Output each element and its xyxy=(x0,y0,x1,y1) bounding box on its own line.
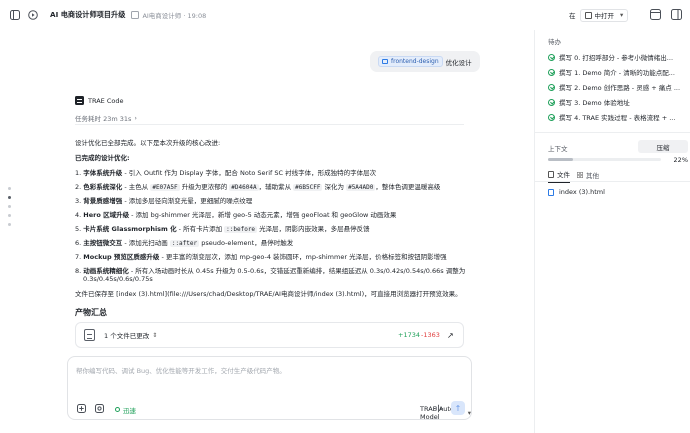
todo-item[interactable]: 撰写 3. Demo 体验地址 xyxy=(548,97,688,107)
html-file-icon xyxy=(548,188,554,196)
todo-item-label: 撰写 4. TRAE 实践过程 - 表格流程 + ... xyxy=(559,114,676,122)
expand-icon[interactable]: ⇕ xyxy=(152,332,157,339)
list-item: 7. Mockup 预览区质感升级 - 更丰富的渐变层次，添加 mp-geo-4… xyxy=(75,253,447,261)
list-item: 4. Hero 区域升级 - 添加 bg-shimmer 光泽层，新增 geo-… xyxy=(75,211,397,219)
assistant-name: TRAE Code xyxy=(88,96,124,105)
attach-icon[interactable] xyxy=(77,404,86,413)
context-heading: 上下文 xyxy=(548,145,568,153)
speed-icon xyxy=(115,407,120,412)
task-duration[interactable]: 任务耗时 23m 31s › xyxy=(75,113,137,123)
image-icon[interactable] xyxy=(95,404,104,413)
task-duration-text: 任务耗时 23m 31s xyxy=(75,115,132,123)
send-button[interactable]: ↑ xyxy=(451,401,465,415)
artifact-card[interactable]: 1 个文件已更改 ⇕ +1734 -1363 ↗ xyxy=(75,322,464,348)
compress-button[interactable]: 压缩 xyxy=(638,140,688,153)
todo-heading: 待办 xyxy=(548,38,561,46)
panel-toggle-icon[interactable] xyxy=(671,9,683,21)
folder-icon xyxy=(131,11,140,19)
tab-other-label: 其他 xyxy=(586,171,599,180)
artifacts-heading: 产物汇总 xyxy=(75,308,107,317)
open-in-control[interactable]: 在 中打开 ▾ xyxy=(569,8,629,22)
context-usage-fill xyxy=(548,158,573,161)
skill-tag[interactable]: frontend-design xyxy=(378,56,443,67)
check-circle-icon xyxy=(548,113,555,121)
divider xyxy=(75,124,464,125)
speed-label: 迅速 xyxy=(123,406,136,415)
list-item: 6. 主按钮微交互 - 添加光扫动画 ::after pseudo-elemen… xyxy=(75,239,294,247)
list-item: 3. 背景质感增强 - 添加多层径向渐变光晕，更细腻的噪点纹理 xyxy=(75,197,253,205)
chevron-right-icon: › xyxy=(134,114,138,122)
page-title: AI 电商设计师项目升级 xyxy=(50,10,126,19)
list-item: 1. 字体系统升级 - 引入 Outfit 作为 Display 字体，配合 N… xyxy=(75,169,377,177)
assistant-header: TRAE Code xyxy=(75,96,123,105)
composer[interactable]: 帮你编写代码、调试 Bug、优化性能等开发工作，交付生产级代码产物。 迅速 TR… xyxy=(67,356,472,421)
list-item-continued: 0.3s/0.45s/0.6s/0.75s xyxy=(83,275,153,283)
list-item: 2. 色彩系统深化 - 主色从 #E07A5F 升级为更浓郁的 #D4604A，… xyxy=(75,183,441,191)
section-heading: 已完成的设计优化: xyxy=(75,154,130,162)
todo-item-label: 撰写 1. Demo 简介 - 清晰的功能点配... xyxy=(559,69,675,77)
artifact-label: 1 个文件已更改 xyxy=(104,332,150,340)
check-circle-icon xyxy=(548,98,555,106)
project-breadcrumb[interactable]: AI电商设计师 · 19:08 xyxy=(131,10,206,20)
title-bar: AI 电商设计师项目升级 AI电商设计师 · 19:08 xyxy=(0,0,534,30)
layout-icon[interactable] xyxy=(650,9,662,21)
right-panel: 待办 撰写 0. 打招呼部分 - 参考小微情绪出... 撰写 1. Demo 简… xyxy=(534,30,690,433)
todo-item[interactable]: 撰写 2. Demo 创作思路 - 灵感 + 痛点 ... xyxy=(548,82,688,92)
chevron-down-icon: ▾ xyxy=(620,11,624,19)
check-circle-icon xyxy=(548,53,555,61)
todo-item[interactable]: 撰写 1. Demo 简介 - 清晰的功能点配... xyxy=(548,67,688,77)
user-message-text: 优化设计 xyxy=(445,58,472,67)
nav-dot[interactable] xyxy=(8,205,11,208)
file-name: index (3).html xyxy=(559,188,605,196)
mic-icon[interactable] xyxy=(434,404,443,413)
saved-note[interactable]: 文件已保存至 [index (3).html](file:///Users/ch… xyxy=(75,288,462,298)
trae-logo-icon xyxy=(75,96,84,105)
todo-item-label: 撰写 3. Demo 体验地址 xyxy=(559,99,630,107)
file-icon xyxy=(548,170,554,178)
sidebar-toggle-icon[interactable] xyxy=(8,8,22,22)
open-external-icon[interactable]: ↗ xyxy=(447,331,454,340)
grid-icon xyxy=(577,171,584,178)
user-message: frontend-design 优化设计 xyxy=(370,51,480,72)
speed-mode-toggle[interactable]: 迅速 xyxy=(115,405,136,415)
tabs-divider xyxy=(535,181,690,182)
check-circle-icon xyxy=(548,83,555,91)
app-window: AI 电商设计师项目升级 AI电商设计师 · 19:08 在 中打开 ▾ fro… xyxy=(0,0,690,433)
tab-files-label: 文件 xyxy=(557,171,570,179)
context-usage-percent: 22% xyxy=(673,155,688,164)
open-in-label: 中打开 xyxy=(594,12,615,20)
nav-dot-active[interactable] xyxy=(8,196,11,199)
composer-placeholder[interactable]: 帮你编写代码、调试 Bug、优化性能等开发工作，交付生产级代码产物。 xyxy=(76,365,286,375)
chevron-down-icon: ▾ xyxy=(467,408,471,417)
app-icon xyxy=(584,11,592,19)
chat-icon[interactable] xyxy=(26,8,40,22)
nav-dot[interactable] xyxy=(8,187,11,190)
skill-icon xyxy=(382,59,388,64)
list-item: 5. 卡片系统 Glassmorphism 化 - 所有卡片添加 ::befor… xyxy=(75,225,370,233)
nav-dot[interactable] xyxy=(8,214,11,217)
todo-item-label: 撰写 0. 打招呼部分 - 参考小微情绪出... xyxy=(559,54,674,62)
lines-removed: -1363 xyxy=(421,331,440,339)
context-usage-bar xyxy=(548,158,661,161)
intro-text: 设计优化已全部完成。以下是本次升级的核心改进: xyxy=(75,139,221,147)
open-in-app-button[interactable]: 中打开 ▾ xyxy=(579,8,629,22)
todo-item[interactable]: 撰写 4. TRAE 实践过程 - 表格流程 + ... xyxy=(548,112,688,122)
project-subtitle: AI电商设计师 · 19:08 xyxy=(142,12,207,20)
divider xyxy=(535,132,690,133)
todo-item-label: 撰写 2. Demo 创作思路 - 灵感 + 痛点 ... xyxy=(559,84,681,92)
open-in-prefix: 在 xyxy=(569,12,576,20)
file-list-item[interactable]: index (3).html xyxy=(548,188,605,196)
skill-tag-label: frontend-design xyxy=(391,58,439,65)
file-changes-icon xyxy=(84,329,95,341)
check-circle-icon xyxy=(548,68,555,76)
lines-added: +1734 xyxy=(398,331,420,339)
todo-item[interactable]: 撰写 0. 打招呼部分 - 参考小微情绪出... xyxy=(548,52,688,62)
list-item: 8. 动画系统精细化 - 所有入场动画时长从 0.45s 升级为 0.5-0.6… xyxy=(75,267,466,275)
nav-dot[interactable] xyxy=(8,223,11,226)
